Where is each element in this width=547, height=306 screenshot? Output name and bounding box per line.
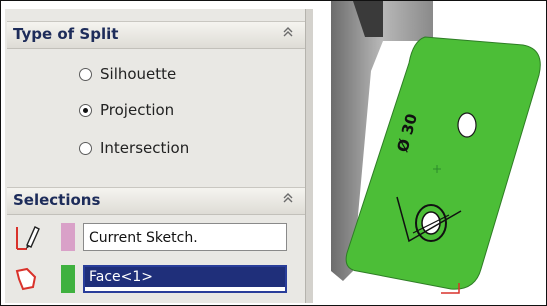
type-of-split-header[interactable]: Type of Split	[7, 21, 305, 49]
silhouette-label: Silhouette	[100, 65, 177, 83]
radio-button-intersection[interactable]	[79, 141, 92, 155]
sketch-selection-field[interactable]: Current Sketch.	[83, 223, 287, 251]
sketch-selection-row: Current Sketch.	[13, 221, 287, 253]
radio-projection[interactable]: Projection	[79, 99, 174, 121]
radio-intersection[interactable]: Intersection	[79, 137, 189, 159]
type-of-split-title: Type of Split	[13, 25, 119, 43]
radio-button-projection[interactable]	[79, 103, 92, 117]
radio-silhouette[interactable]: Silhouette	[79, 63, 176, 85]
collapse-chevron-icon[interactable]	[281, 24, 295, 47]
face-selection-field[interactable]: Face<1>	[83, 265, 287, 293]
pencil-icon	[13, 223, 43, 251]
intersection-label: Intersection	[100, 139, 190, 157]
selections-header[interactable]: Selections	[7, 187, 305, 215]
selected-face[interactable]	[345, 36, 541, 290]
window-frame: Type of Split Silhouette Projection Inte…	[0, 0, 547, 306]
selections-title: Selections	[13, 191, 101, 209]
radio-button-silhouette[interactable]	[79, 67, 92, 81]
face-icon	[13, 265, 43, 293]
collapse-chevron-icon[interactable]	[281, 190, 295, 213]
small-hole	[457, 112, 477, 138]
sketch-color-swatch	[61, 223, 75, 251]
graphics-viewport[interactable]: Ø 30	[313, 1, 546, 305]
projection-label: Projection	[100, 101, 175, 119]
panel-splitter[interactable]	[305, 9, 313, 303]
sketch-field-value: Current Sketch.	[89, 230, 198, 246]
face-color-swatch	[61, 265, 75, 293]
face-field-value: Face<1>	[85, 267, 285, 287]
face-selection-row: Face<1>	[13, 263, 287, 295]
part-model: Ø 30	[331, 1, 541, 294]
